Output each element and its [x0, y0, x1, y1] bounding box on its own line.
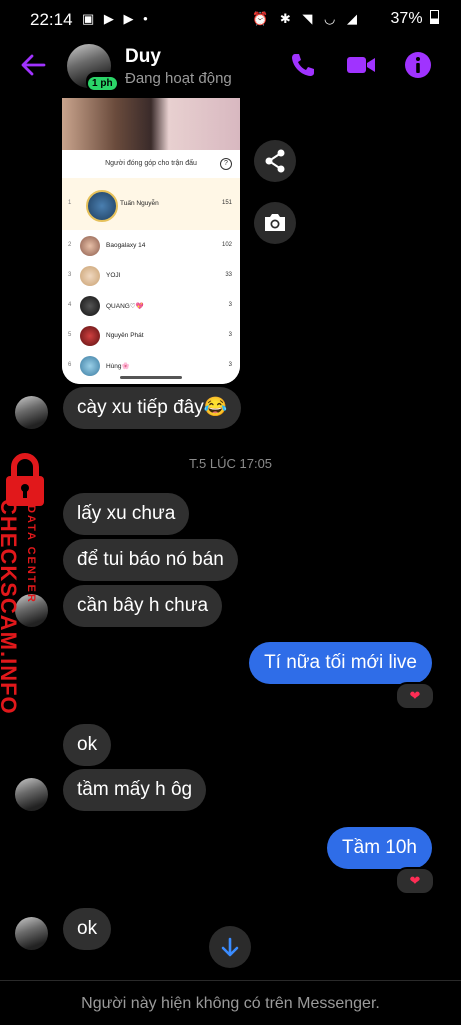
ranking-row-first: 1 Tuấn Nguyễn 151	[62, 178, 240, 230]
ranking-row: 5 Nguyên Phát 3	[62, 322, 240, 350]
heart-reaction-icon[interactable]: ❤	[395, 867, 435, 895]
help-icon: ?	[220, 158, 232, 170]
battery-percent: 37%	[390, 10, 423, 27]
rank-number: 6	[68, 362, 72, 368]
info-icon[interactable]	[404, 51, 432, 79]
heart-reaction-icon[interactable]: ❤	[395, 682, 435, 710]
contact-status: Đang hoạt động	[125, 70, 232, 87]
rank-avatar	[80, 356, 100, 376]
notification-icons: ▣ ▶ ▶ •	[82, 11, 151, 26]
rank-number: 5	[68, 332, 72, 338]
incoming-message[interactable]: ok	[63, 724, 112, 766]
rank-avatar	[80, 296, 100, 316]
ranking-row: 3 YOJI 33	[62, 262, 240, 290]
rank-score: 102	[221, 242, 232, 248]
watermark-line1: DATA CENTER	[25, 505, 37, 604]
composer-disabled-footer: Người này hiện không có trên Messenger.	[0, 980, 461, 1025]
battery-icon	[430, 10, 439, 24]
arrow-down-icon	[221, 937, 239, 957]
contact-name[interactable]: Duy	[125, 46, 161, 68]
incoming-message[interactable]: cày xu tiếp đây😂	[63, 387, 242, 429]
active-badge: 1 ph	[86, 72, 119, 92]
rank-score: 3	[228, 302, 232, 308]
share-icon	[265, 149, 285, 173]
rank-score: 3	[228, 332, 232, 338]
rank-name: Tuấn Nguyễn	[120, 200, 159, 207]
incoming-message[interactable]: lấy xu chưa	[63, 493, 190, 535]
ranking-row: 4 QUANG♡💖 3	[62, 292, 240, 320]
rank-score: 33	[225, 272, 232, 278]
status-bar: 22:14 ▣ ▶ ▶ • ⏰ ✱ ◥ ◡ ◢ 37%	[0, 0, 461, 36]
rank-number: 2	[68, 242, 72, 248]
rank-avatar	[80, 326, 100, 346]
rank-number: 4	[68, 302, 72, 308]
rank-avatar	[80, 266, 100, 286]
incoming-message[interactable]: cần bây h chưa	[63, 585, 223, 627]
video-call-icon[interactable]	[346, 51, 376, 79]
rank-score: 3	[228, 362, 232, 368]
sender-avatar[interactable]	[15, 917, 48, 950]
sender-avatar[interactable]	[15, 396, 48, 429]
watermark-line2: CHECKSCAM.INFO	[0, 499, 21, 715]
outgoing-message[interactable]: Tí nữa tối mới live	[249, 642, 432, 684]
ranking-title: Người đóng góp cho trận đấu	[105, 160, 197, 167]
phone-icon[interactable]	[289, 51, 317, 79]
rank-score: 151	[221, 200, 232, 206]
rank-name: YOJI	[106, 272, 121, 279]
shared-photo	[62, 98, 240, 150]
rank-name: QUANG♡💖	[106, 303, 144, 310]
rank-number: 3	[68, 272, 72, 278]
camera-icon	[265, 214, 285, 231]
system-icons: ⏰ ✱ ◥ ◡ ◢	[252, 11, 361, 26]
rank-avatar	[80, 236, 100, 256]
active-badge-text: 1 ph	[88, 77, 117, 90]
rank-number: 1	[68, 200, 72, 206]
rank-name: Hùng🌸	[106, 363, 130, 370]
status-time: 22:14	[30, 10, 73, 29]
rank-name: Baogalaxy 14	[106, 242, 146, 249]
rank-avatar	[86, 190, 118, 222]
share-button[interactable]	[254, 140, 296, 182]
time-separator: T.5 LÚC 17:05	[188, 456, 273, 471]
incoming-message[interactable]: để tui báo nó bán	[63, 539, 238, 581]
shared-image[interactable]: Người đóng góp cho trận đấu ? 1 Tuấn Ngu…	[62, 98, 240, 384]
chat-header: 1 ph Duy Đang hoạt động	[0, 36, 461, 96]
back-arrow-icon[interactable]	[20, 52, 46, 78]
incoming-message[interactable]: tầm mấy h ôg	[63, 769, 207, 811]
unavailable-notice: Người này hiện không có trên Messenger.	[81, 995, 380, 1012]
ranking-card: Người đóng góp cho trận đấu ? 1 Tuấn Ngu…	[62, 150, 240, 384]
ranking-row: 2 Baogalaxy 14 102	[62, 232, 240, 260]
incoming-message[interactable]: ok	[63, 908, 112, 950]
home-indicator	[120, 376, 182, 379]
scroll-down-button[interactable]	[209, 926, 251, 968]
battery-level: 37%	[391, 10, 439, 28]
rank-name: Nguyên Phát	[106, 332, 144, 339]
outgoing-message[interactable]: Tầm 10h	[327, 827, 432, 869]
camera-button[interactable]	[254, 202, 296, 244]
sender-avatar[interactable]	[15, 778, 48, 811]
